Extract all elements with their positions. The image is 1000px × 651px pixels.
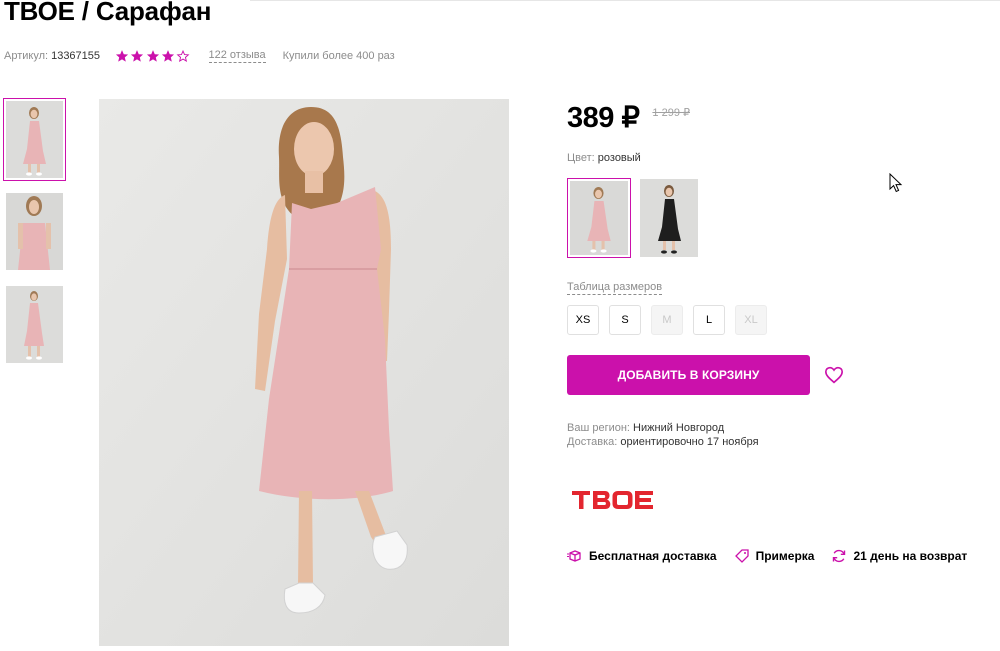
benefit-fitting-label: Примерка xyxy=(755,549,815,563)
article-label: Артикул: xyxy=(4,50,49,62)
color-option-black[interactable] xyxy=(640,179,698,257)
rating-stars xyxy=(115,49,191,63)
delivery-value: ориентировочно 17 ноября xyxy=(620,436,759,448)
box-icon xyxy=(567,548,583,564)
current-price: 389 ₽ xyxy=(567,102,640,134)
color-label-text: Цвет: xyxy=(567,152,595,164)
size-option-m: M xyxy=(651,305,683,335)
heart-icon[interactable] xyxy=(824,366,844,384)
star-empty-icon xyxy=(176,49,190,63)
size-selector: XS S M L XL xyxy=(567,305,777,335)
tag-icon xyxy=(734,548,750,564)
color-label: Цвет: розовый xyxy=(567,152,641,164)
product-meta: Артикул: 13367155 122 отзыва Купили боле… xyxy=(4,48,395,64)
size-option-l[interactable]: L xyxy=(693,305,725,335)
benefit-fitting: Примерка xyxy=(734,548,815,564)
price-block: 389 ₽ 1 299 ₽ xyxy=(567,100,690,135)
benefit-return-label: 21 день на возврат xyxy=(853,549,968,563)
color-value: розовый xyxy=(597,152,641,164)
gallery-thumbnail-2[interactable] xyxy=(6,193,63,270)
brand-logo[interactable] xyxy=(572,488,656,512)
delivery-label: Доставка: xyxy=(567,436,618,448)
main-product-photo[interactable] xyxy=(99,99,509,646)
star-filled-icon xyxy=(130,49,144,63)
gallery-thumbnail-3[interactable] xyxy=(6,286,63,363)
reviews-link[interactable]: 122 отзыва xyxy=(208,49,266,63)
size-table-link[interactable]: Таблица размеров xyxy=(567,280,663,295)
gallery-thumbnail-1[interactable] xyxy=(3,98,66,181)
product-title: ТВОЕ / Сарафан xyxy=(4,0,212,26)
star-filled-icon xyxy=(146,49,160,63)
article-value: 13367155 xyxy=(51,50,101,62)
region-value[interactable]: Нижний Новгород xyxy=(633,422,724,434)
benefits-row: Бесплатная доставка Примерка 21 день на … xyxy=(567,548,984,564)
add-to-cart-button[interactable]: ДОБАВИТЬ В КОРЗИНУ xyxy=(567,355,810,395)
purchases-count: Купили более 400 раз xyxy=(282,50,395,62)
benefit-return: 21 день на возврат xyxy=(831,548,967,564)
size-option-s[interactable]: S xyxy=(609,305,641,335)
region-label: Ваш регион: xyxy=(567,422,630,434)
star-filled-icon xyxy=(161,49,175,63)
mouse-cursor-icon xyxy=(889,173,903,193)
delivery-info: Доставка: ориентировочно 17 ноября xyxy=(567,434,759,450)
size-option-xl: XL xyxy=(735,305,767,335)
refresh-icon xyxy=(831,548,847,564)
header-divider xyxy=(250,0,1000,1)
old-price: 1 299 ₽ xyxy=(652,107,690,119)
benefit-free-delivery-label: Бесплатная доставка xyxy=(589,549,717,563)
star-filled-icon xyxy=(115,49,129,63)
color-option-pink[interactable] xyxy=(567,178,631,258)
size-option-xs[interactable]: XS xyxy=(567,305,599,335)
benefit-free-delivery: Бесплатная доставка xyxy=(567,548,717,564)
